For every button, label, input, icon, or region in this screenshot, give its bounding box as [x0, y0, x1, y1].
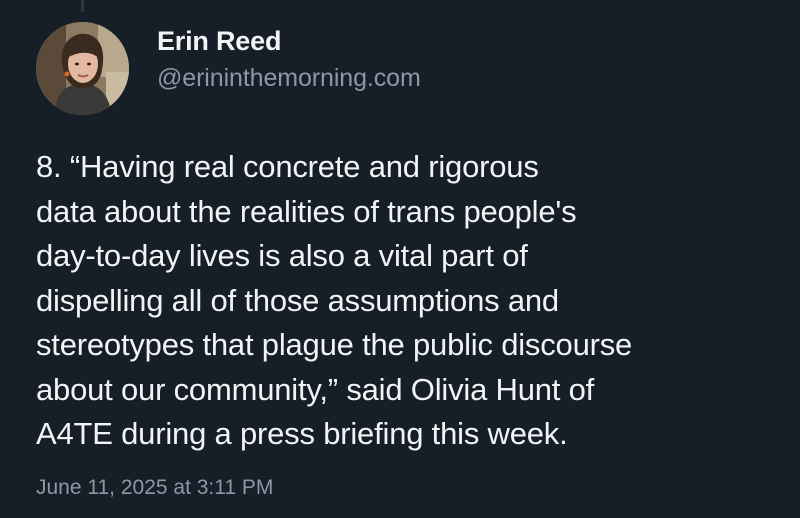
avatar-photo-icon — [36, 22, 129, 115]
post-text-line: A4TE during a press briefing this week. — [36, 416, 568, 451]
post-text-line: dispelling all of those assumptions and — [36, 282, 559, 318]
post-text-line: data about the realities of trans people… — [36, 193, 577, 229]
author-name[interactable]: Erin Reed — [157, 26, 281, 57]
post-text-line: 8. “Having real concrete and rigorous — [36, 149, 539, 184]
post-timestamp[interactable]: June 11, 2025 at 3:11 PM — [36, 476, 273, 500]
post-text-line: about our community,” said Olivia Hunt o… — [36, 371, 595, 407]
post-body: 8. “Having real concrete and rigorous da… — [36, 145, 776, 457]
author-handle[interactable]: @erininthemorning.com — [157, 64, 421, 93]
author-avatar[interactable] — [36, 22, 129, 115]
post-text-line: stereotypes that plague the public disco… — [36, 327, 633, 362]
post-text-line: day-to-day lives is also a vital part of — [36, 238, 528, 273]
thread-connector-line — [81, 0, 84, 12]
